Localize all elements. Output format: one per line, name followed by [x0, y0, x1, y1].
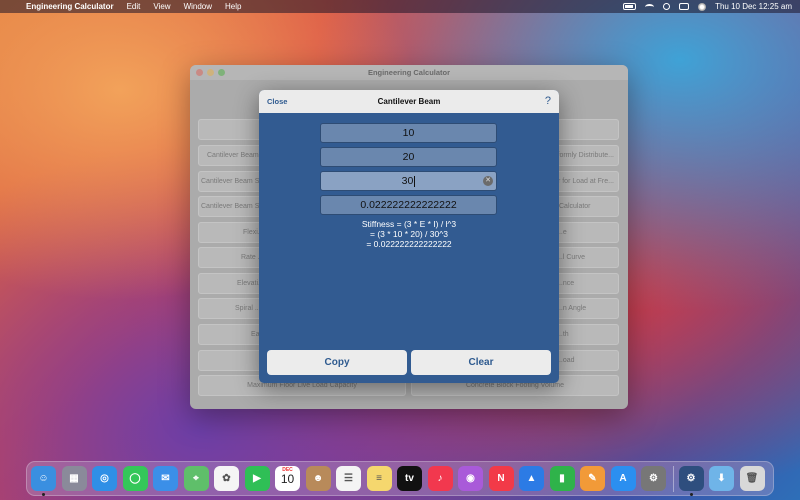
- trash-icon[interactable]: 🗑: [739, 466, 765, 491]
- zoom-window-icon[interactable]: [218, 69, 225, 76]
- launchpad-icon[interactable]: ▦: [61, 466, 87, 491]
- numbers-icon[interactable]: ▮: [549, 466, 575, 491]
- notes-icon[interactable]: ≡: [366, 466, 392, 491]
- contacts-icon[interactable]: ☻: [305, 466, 331, 491]
- finder-icon[interactable]: ☺: [31, 466, 56, 496]
- clear-field-icon[interactable]: ✕: [483, 176, 493, 186]
- calendar-day: 10: [280, 472, 295, 486]
- pages-icon[interactable]: ✎: [580, 466, 605, 491]
- battery-icon[interactable]: [623, 3, 637, 10]
- siri-icon[interactable]: [698, 2, 707, 11]
- input-l-value: 30: [401, 175, 414, 187]
- menu-bar: Engineering Calculator Edit View Window …: [0, 0, 800, 13]
- dock: ☺ ▦ ◎ ◯ ✉ ⌖ ✿ ▶ DEC 10 ☻ ☰ ≡ tv ♪ ◉ N ▲ ▮ ✎ A ⚙ ⚙ ⬇ 🗑: [26, 461, 774, 496]
- spotlight-search-icon[interactable]: [663, 3, 671, 10]
- minimize-window-icon[interactable]: [207, 69, 214, 76]
- menu-app-name[interactable]: Engineering Calculator: [26, 2, 114, 11]
- downloads-folder-icon[interactable]: ⬇: [709, 466, 734, 491]
- window-title: Engineering Calculator: [367, 68, 451, 77]
- photos-icon[interactable]: ✿: [214, 466, 239, 491]
- menu-clock[interactable]: Thu 10 Dec 12:25 am: [715, 2, 792, 11]
- sheet-header: Close Cantilever Beam ?: [259, 90, 559, 113]
- reminders-icon[interactable]: ☰: [336, 466, 361, 491]
- keynote-icon[interactable]: ▲: [519, 466, 544, 491]
- facetime-icon[interactable]: ▶: [244, 466, 270, 491]
- tv-icon[interactable]: tv: [397, 466, 422, 491]
- input-e-field[interactable]: 10: [320, 123, 497, 143]
- menu-help[interactable]: Help: [225, 2, 241, 11]
- cantilever-beam-sheet: Close Cantilever Beam ? 10 20 30 ✕ 0.022…: [259, 90, 559, 383]
- calendar-icon[interactable]: DEC 10: [275, 466, 300, 491]
- system-preferences-icon[interactable]: ⚙: [641, 466, 666, 491]
- result-field: 0.022222222222222: [320, 195, 497, 215]
- dock-separator: [672, 465, 674, 492]
- menu-view[interactable]: View: [153, 2, 170, 11]
- app-store-icon[interactable]: A: [610, 466, 636, 491]
- window-titlebar: Engineering Calculator: [190, 65, 628, 80]
- menu-edit[interactable]: Edit: [127, 2, 141, 11]
- formula-text: Stiffness = (3 * E * I) / l^3 = (3 * 10 …: [259, 219, 559, 249]
- maps-icon[interactable]: ⌖: [183, 466, 209, 491]
- close-window-icon[interactable]: [196, 69, 203, 76]
- engineering-calculator-icon[interactable]: ⚙: [678, 466, 704, 496]
- news-icon[interactable]: N: [488, 466, 514, 491]
- help-button[interactable]: ?: [545, 90, 551, 113]
- text-cursor: [414, 175, 416, 187]
- safari-icon[interactable]: ◎: [92, 466, 117, 491]
- wifi-icon[interactable]: [645, 3, 655, 10]
- music-icon[interactable]: ♪: [427, 466, 453, 491]
- clear-button[interactable]: Clear: [411, 350, 551, 375]
- input-i-field[interactable]: 20: [320, 147, 497, 167]
- formula-line: = (3 * 10 * 20) / 30^3: [370, 229, 448, 239]
- running-indicator: [42, 493, 45, 496]
- close-button[interactable]: Close: [267, 90, 287, 113]
- podcasts-icon[interactable]: ◉: [458, 466, 483, 491]
- input-l-field[interactable]: 30 ✕: [320, 171, 497, 191]
- mail-icon[interactable]: ✉: [153, 466, 178, 491]
- running-indicator: [689, 493, 693, 496]
- messages-icon[interactable]: ◯: [122, 466, 148, 491]
- copy-button[interactable]: Copy: [267, 350, 407, 375]
- menu-window[interactable]: Window: [184, 2, 212, 11]
- formula-line: = 0.022222222222222: [366, 239, 452, 249]
- formula-line: Stiffness = (3 * E * I) / l^3: [361, 219, 457, 229]
- sheet-title: Cantilever Beam: [377, 97, 441, 106]
- control-center-icon[interactable]: [679, 3, 690, 10]
